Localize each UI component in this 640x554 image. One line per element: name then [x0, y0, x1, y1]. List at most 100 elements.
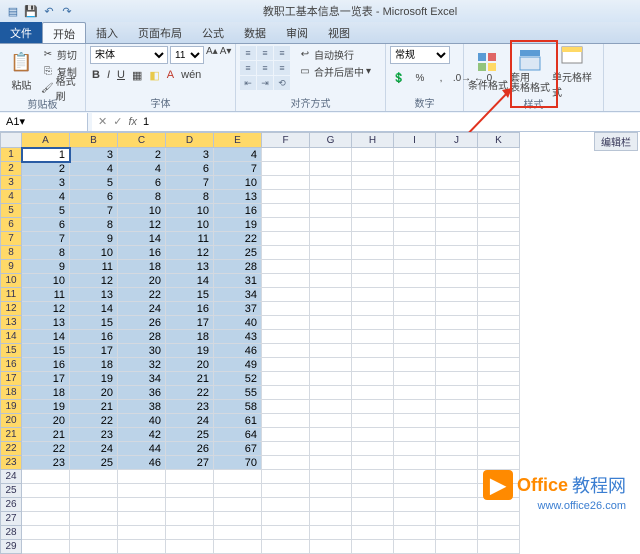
- tab-view[interactable]: 视图: [318, 22, 360, 43]
- cell[interactable]: [166, 540, 214, 554]
- cell[interactable]: 40: [118, 414, 166, 428]
- number-format-select[interactable]: 常规: [390, 46, 450, 64]
- save-icon[interactable]: 💾: [24, 4, 38, 18]
- cell[interactable]: 44: [118, 442, 166, 456]
- cell[interactable]: 7: [22, 232, 70, 246]
- cell[interactable]: [262, 302, 310, 316]
- cell[interactable]: [478, 246, 520, 260]
- cell[interactable]: [310, 414, 352, 428]
- cell[interactable]: [118, 526, 166, 540]
- cell[interactable]: [352, 246, 394, 260]
- cell[interactable]: [394, 288, 436, 302]
- row-header[interactable]: 12: [0, 302, 22, 316]
- cell[interactable]: 10: [214, 176, 262, 190]
- cell[interactable]: [262, 148, 310, 162]
- cell[interactable]: 6: [166, 162, 214, 176]
- currency-button[interactable]: 💲: [390, 70, 408, 86]
- cell[interactable]: [352, 526, 394, 540]
- cell[interactable]: [352, 176, 394, 190]
- cell[interactable]: [436, 428, 478, 442]
- underline-button[interactable]: U: [115, 69, 127, 82]
- cell[interactable]: 28: [214, 260, 262, 274]
- cell[interactable]: [478, 162, 520, 176]
- cell[interactable]: 10: [166, 218, 214, 232]
- cell[interactable]: [436, 330, 478, 344]
- cell[interactable]: [310, 470, 352, 484]
- col-header-K[interactable]: K: [478, 132, 520, 148]
- format-painter-button[interactable]: 🖌格式刷: [41, 80, 81, 96]
- cell[interactable]: [478, 260, 520, 274]
- cell[interactable]: 25: [70, 456, 118, 470]
- cell[interactable]: [262, 456, 310, 470]
- cell[interactable]: 11: [70, 260, 118, 274]
- alignment-grid[interactable]: ≡≡≡≡≡≡⇤⇥⟲: [240, 46, 290, 90]
- cell[interactable]: [436, 456, 478, 470]
- cell[interactable]: 22: [118, 288, 166, 302]
- cell[interactable]: 11: [166, 232, 214, 246]
- cell[interactable]: 13: [70, 288, 118, 302]
- cell[interactable]: [478, 456, 520, 470]
- cell[interactable]: [310, 386, 352, 400]
- col-header-J[interactable]: J: [436, 132, 478, 148]
- grow-font-icon[interactable]: A▴: [206, 46, 218, 64]
- cell[interactable]: 21: [70, 400, 118, 414]
- cell[interactable]: [394, 190, 436, 204]
- cell[interactable]: [436, 204, 478, 218]
- cell[interactable]: [262, 400, 310, 414]
- cell[interactable]: [310, 512, 352, 526]
- cut-button[interactable]: ✂剪切: [41, 46, 81, 62]
- enter-icon[interactable]: ✓: [113, 115, 122, 128]
- cell[interactable]: [262, 288, 310, 302]
- cell[interactable]: [310, 176, 352, 190]
- col-header-I[interactable]: I: [394, 132, 436, 148]
- cell[interactable]: [436, 190, 478, 204]
- cell[interactable]: [118, 484, 166, 498]
- cell[interactable]: [310, 316, 352, 330]
- col-header-A[interactable]: A: [22, 132, 70, 148]
- cell[interactable]: 7: [166, 176, 214, 190]
- cell[interactable]: 14: [70, 302, 118, 316]
- cell[interactable]: 16: [22, 358, 70, 372]
- cell[interactable]: [478, 428, 520, 442]
- cell[interactable]: [394, 400, 436, 414]
- cell[interactable]: [352, 316, 394, 330]
- cell[interactable]: [310, 526, 352, 540]
- cell[interactable]: 37: [214, 302, 262, 316]
- row-header[interactable]: 14: [0, 330, 22, 344]
- cell[interactable]: [394, 148, 436, 162]
- row-header[interactable]: 5: [0, 204, 22, 218]
- cell[interactable]: [436, 526, 478, 540]
- merge-center-button[interactable]: ▭合并后居中 ▾: [298, 63, 371, 79]
- cell[interactable]: 13: [166, 260, 214, 274]
- cell[interactable]: [478, 190, 520, 204]
- cell[interactable]: 2: [22, 162, 70, 176]
- formula-input[interactable]: 1: [143, 116, 634, 128]
- cell[interactable]: 3: [166, 148, 214, 162]
- cell[interactable]: 23: [70, 428, 118, 442]
- cell[interactable]: [310, 302, 352, 316]
- cell[interactable]: [310, 428, 352, 442]
- cell[interactable]: [394, 484, 436, 498]
- cell[interactable]: [310, 274, 352, 288]
- cell[interactable]: [118, 470, 166, 484]
- cell[interactable]: 6: [22, 218, 70, 232]
- cell[interactable]: [478, 232, 520, 246]
- cell[interactable]: [394, 512, 436, 526]
- cell[interactable]: [70, 540, 118, 554]
- row-header[interactable]: 7: [0, 232, 22, 246]
- cell[interactable]: 67: [214, 442, 262, 456]
- row-header[interactable]: 28: [0, 526, 22, 540]
- col-header-F[interactable]: F: [262, 132, 310, 148]
- cell[interactable]: 11: [22, 288, 70, 302]
- cell[interactable]: [214, 540, 262, 554]
- cell[interactable]: 22: [214, 232, 262, 246]
- cell[interactable]: [394, 372, 436, 386]
- cell[interactable]: 7: [70, 204, 118, 218]
- cell[interactable]: [478, 344, 520, 358]
- cell[interactable]: 58: [214, 400, 262, 414]
- cell[interactable]: [262, 162, 310, 176]
- cell[interactable]: [262, 274, 310, 288]
- cell[interactable]: [352, 484, 394, 498]
- cell[interactable]: [352, 400, 394, 414]
- cell[interactable]: 20: [70, 386, 118, 400]
